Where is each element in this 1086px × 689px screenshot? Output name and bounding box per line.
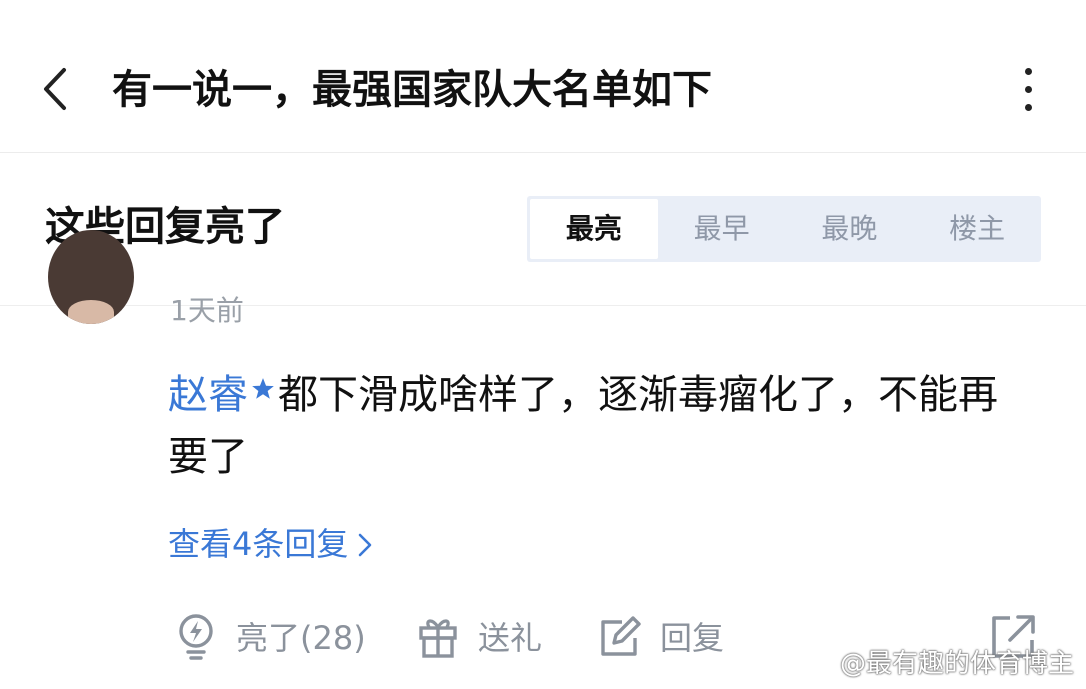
watermark: @最有趣的体育博主 xyxy=(808,648,1074,680)
chevron-right-icon xyxy=(359,533,372,557)
more-vertical-icon xyxy=(1025,68,1032,75)
tab-earliest[interactable]: 最早 xyxy=(658,196,786,262)
back-button[interactable] xyxy=(36,64,80,114)
page-title: 有一说一，最强国家队大名单如下 xyxy=(112,67,712,113)
comment-body: 赵睿 都下滑成啥样了，逐渐毒瘤化了，不能再要了 xyxy=(168,364,1028,488)
mention-link[interactable]: 赵睿 xyxy=(168,372,248,418)
tab-latest[interactable]: 最晚 xyxy=(786,196,914,262)
reply-button[interactable]: 回复 xyxy=(598,605,724,667)
like-count-label: 亮了(28) xyxy=(236,619,366,657)
more-options-button[interactable] xyxy=(1008,62,1048,118)
gift-button[interactable]: 送礼 xyxy=(416,605,542,667)
more-vertical-icon-dot xyxy=(1025,104,1032,111)
reply-label: 回复 xyxy=(660,619,725,657)
weibo-logo-icon xyxy=(809,653,837,675)
tab-brightest[interactable]: 最亮 xyxy=(530,199,658,259)
sort-tabs: 最亮 最早 最晚 楼主 xyxy=(527,196,1041,262)
comment-text: 都下滑成啥样了，逐渐毒瘤化了，不能再要了 xyxy=(168,372,998,480)
gift-label: 送礼 xyxy=(478,619,543,657)
lightbulb-icon xyxy=(179,614,213,660)
avatar[interactable] xyxy=(48,230,134,324)
view-replies-label: 查看4条回复 xyxy=(168,525,349,563)
section-header: 这些回复亮了 最亮 最早 最晚 楼主 xyxy=(0,153,1086,306)
star-icon xyxy=(252,378,274,399)
more-vertical-icon-dot xyxy=(1025,86,1032,93)
gift-icon xyxy=(419,619,457,658)
like-button[interactable]: 亮了(28) xyxy=(174,605,366,667)
edit-icon xyxy=(601,616,641,656)
view-replies-link[interactable]: 查看4条回复 xyxy=(168,522,372,566)
comment-timestamp: 1天前 xyxy=(170,294,244,327)
chevron-left-icon xyxy=(44,68,66,110)
watermark-text: @最有趣的体育博主 xyxy=(840,649,1075,679)
top-bar: 有一说一，最强国家队大名单如下 xyxy=(0,0,1086,153)
tab-op-only[interactable]: 楼主 xyxy=(913,196,1041,262)
